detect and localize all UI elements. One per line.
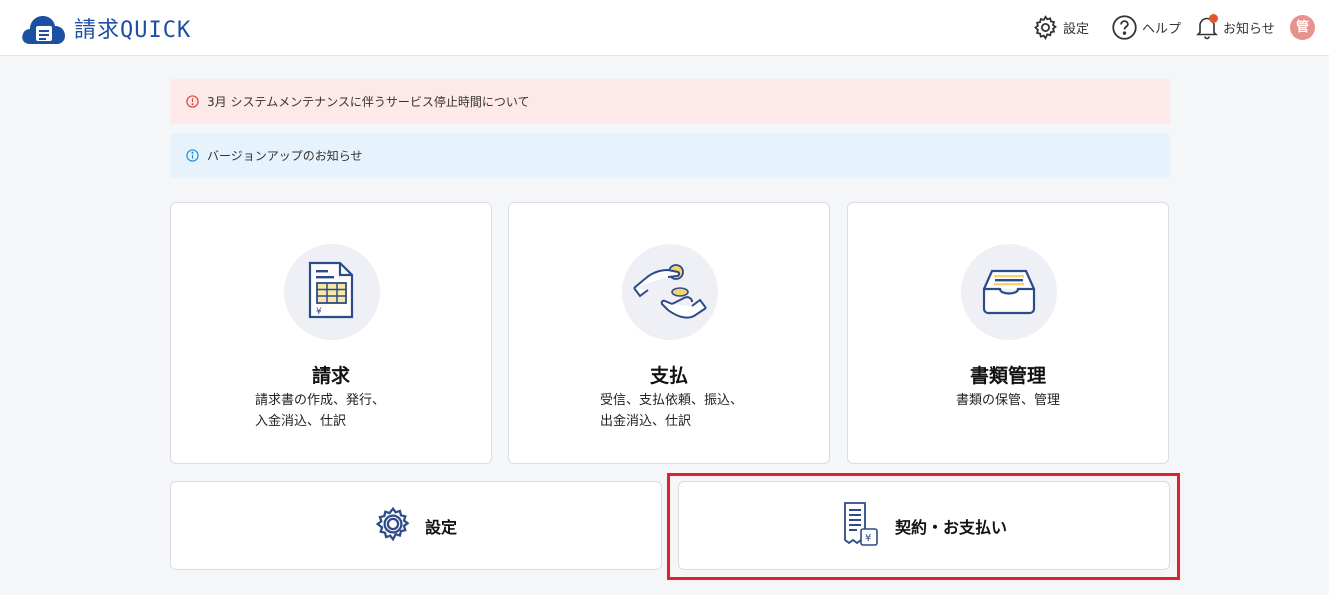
svg-text:¥: ¥ bbox=[865, 533, 871, 544]
payment-icon-circle bbox=[622, 244, 718, 340]
document-management-card-description: 書類の保管、管理 bbox=[956, 393, 1061, 408]
header-notifications-label: お知らせ bbox=[1223, 21, 1275, 37]
bell-icon bbox=[1195, 13, 1219, 41]
settings-tile-label: 設定 bbox=[424, 517, 457, 537]
settings-tile-button[interactable]: 設定 bbox=[170, 481, 662, 570]
payment-card-description: 受信、支払依頼、振込、 出金消込、仕訳 bbox=[600, 393, 744, 429]
gear-icon bbox=[375, 506, 411, 546]
billing-icon-circle: ¥ bbox=[284, 244, 380, 340]
header-notifications-button[interactable]: お知らせ bbox=[1195, 12, 1275, 42]
alert-circle-icon bbox=[186, 95, 199, 108]
header-help-label: ヘルプ bbox=[1142, 21, 1182, 37]
contract-payment-tile-button[interactable]: ¥ 契約・お支払い bbox=[678, 481, 1170, 570]
notification-dot bbox=[1209, 13, 1218, 23]
document-icon-circle bbox=[961, 244, 1057, 340]
app-header: 請求QUICK 設定 ヘルプ お知らせ 管 bbox=[0, 0, 1329, 56]
document-management-card-title: 書類管理 bbox=[969, 365, 1046, 387]
help-question-icon bbox=[1111, 14, 1138, 41]
gear-icon bbox=[1032, 14, 1059, 41]
svg-text:¥: ¥ bbox=[316, 307, 322, 317]
payment-card-title: 支払 bbox=[649, 365, 688, 387]
receipt-yen-icon: ¥ bbox=[841, 501, 881, 551]
maintenance-alert-banner[interactable]: 3月 システムメンテナンスに伴うサービス停止時間について bbox=[170, 79, 1170, 124]
app-logo-text: 請求QUICK bbox=[74, 18, 192, 43]
billing-card-description: 請求書の作成、発行、 入金消込、仕訳 bbox=[255, 393, 386, 429]
maintenance-alert-text: 3月 システムメンテナンスに伴うサービス停止時間について bbox=[207, 95, 530, 109]
billing-card[interactable]: ¥ 請求 請求書の作成、発行、 入金消込、仕訳 bbox=[170, 202, 492, 464]
cloud-document-logo-icon bbox=[20, 12, 68, 50]
header-help-button[interactable]: ヘルプ bbox=[1111, 12, 1181, 42]
invoice-document-icon: ¥ bbox=[304, 260, 360, 324]
user-avatar[interactable]: 管 bbox=[1290, 15, 1315, 40]
billing-card-title: 請求 bbox=[311, 365, 350, 387]
header-settings-button[interactable]: 設定 bbox=[1032, 12, 1089, 42]
app-logo[interactable]: 請求QUICK bbox=[20, 12, 191, 50]
payment-card[interactable]: 支払 受信、支払依頼、振込、 出金消込、仕訳 bbox=[508, 202, 830, 464]
version-info-banner[interactable]: バージョンアップのお知らせ bbox=[170, 133, 1170, 178]
header-settings-label: 設定 bbox=[1063, 21, 1090, 37]
version-info-text: バージョンアップのお知らせ bbox=[207, 149, 363, 163]
payment-hands-coin-icon bbox=[630, 258, 710, 326]
info-circle-icon bbox=[186, 149, 199, 162]
contract-payment-tile-label: 契約・お支払い bbox=[894, 517, 1007, 537]
document-management-card[interactable]: 書類管理 書類の保管、管理 bbox=[847, 202, 1169, 464]
document-tray-icon bbox=[978, 263, 1040, 321]
